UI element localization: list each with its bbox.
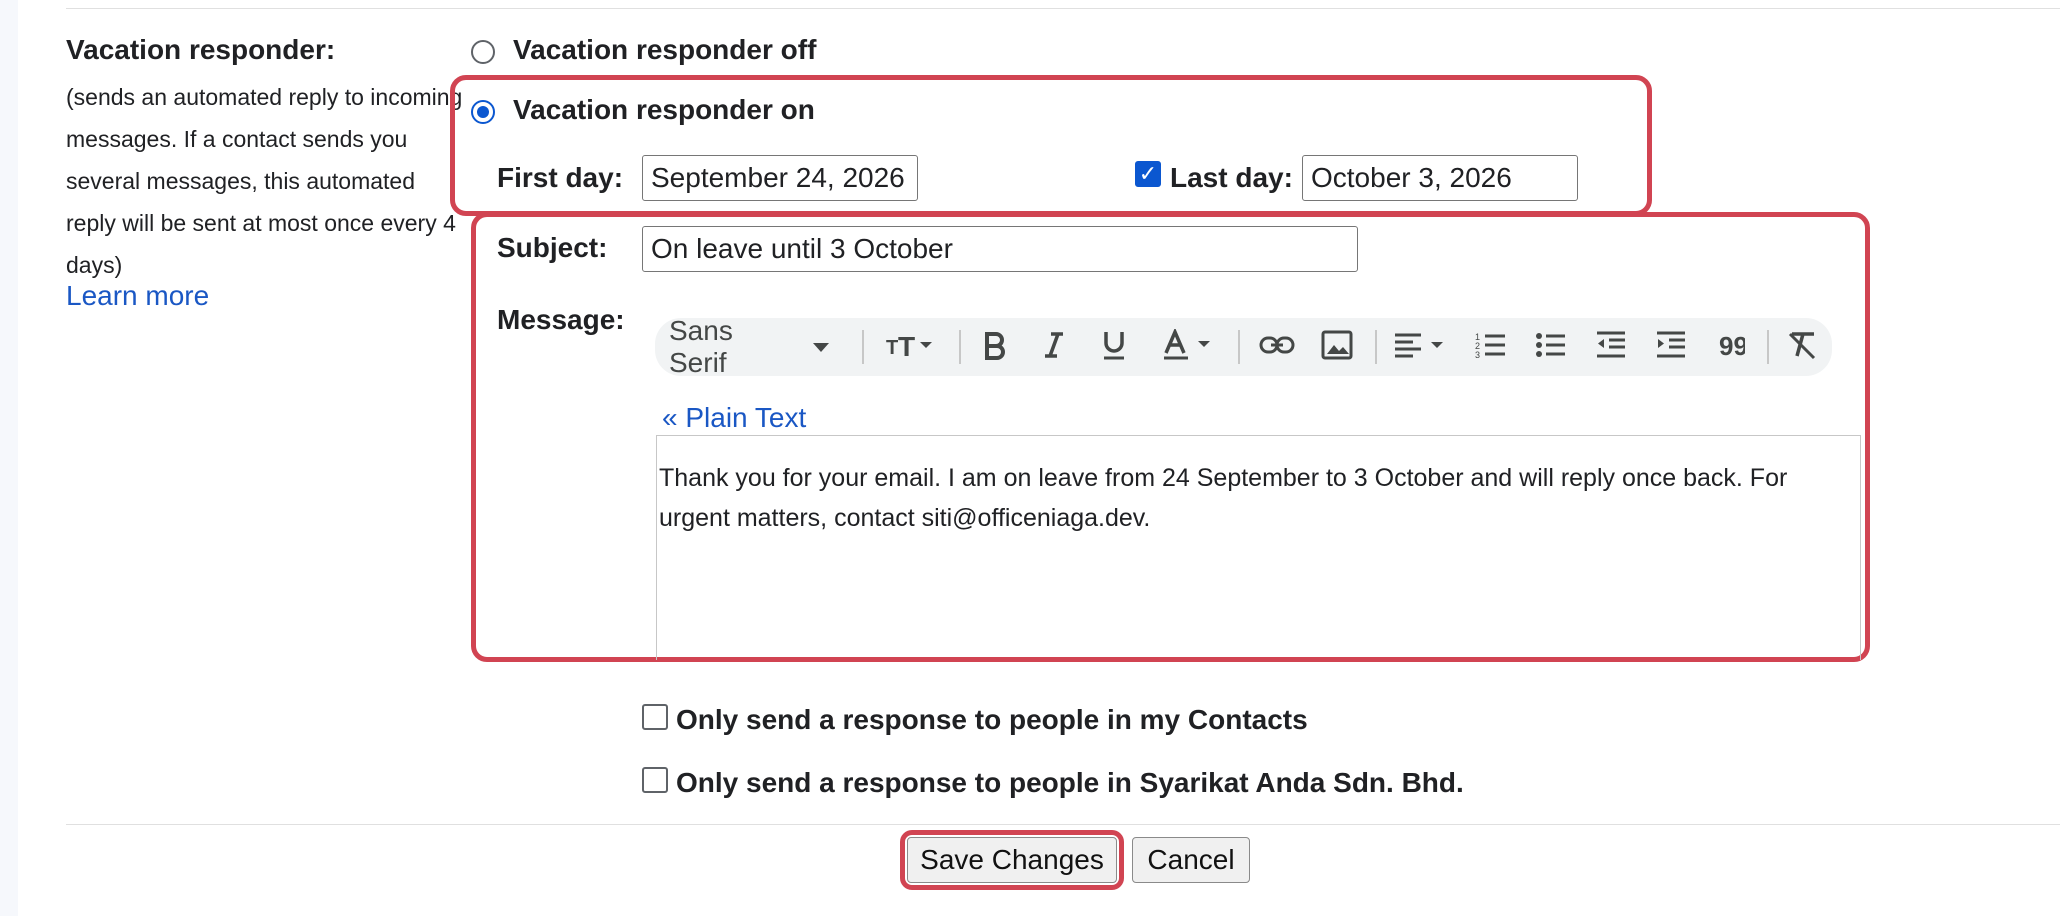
text-color-button[interactable]: [1155, 318, 1225, 376]
last-day-label: Last day:: [1170, 162, 1293, 193]
remove-formatting-button[interactable]: [1777, 318, 1827, 376]
italic-icon: [1040, 330, 1068, 365]
link-button[interactable]: [1249, 318, 1305, 376]
message-editor[interactable]: Thank you for your email. I am on leave …: [656, 435, 1861, 660]
underline-icon: [1100, 329, 1128, 366]
contacts-only-label[interactable]: Only send a response to people in my Con…: [676, 704, 1308, 736]
toolbar-divider: [1238, 330, 1240, 364]
svg-text:T: T: [898, 331, 915, 360]
responder-on-radio[interactable]: [471, 100, 495, 124]
last-day-input[interactable]: October 3, 2026: [1302, 155, 1578, 201]
formatting-toolbar: Sans Serif TT 1 2 3 99: [655, 315, 1832, 378]
text-size-icon: TT: [886, 330, 934, 365]
section-description: (sends an automated reply to incoming me…: [66, 84, 463, 278]
responder-off-radio[interactable]: [471, 40, 495, 64]
font-family-select[interactable]: Sans Serif: [669, 315, 829, 378]
remove-formatting-icon: [1786, 330, 1818, 365]
numbered-list-button[interactable]: 123: [1465, 318, 1517, 376]
image-button[interactable]: [1309, 318, 1365, 376]
image-icon: [1321, 330, 1353, 365]
learn-more-link[interactable]: Learn more: [66, 280, 209, 312]
link-icon: [1259, 333, 1295, 362]
svg-text:3: 3: [1475, 350, 1480, 360]
bold-button[interactable]: [970, 318, 1020, 376]
first-day-input[interactable]: September 24, 2026: [642, 155, 918, 201]
align-icon: [1393, 330, 1449, 365]
save-button[interactable]: Save Changes: [907, 837, 1117, 883]
first-day-label: First day:: [497, 162, 624, 193]
toolbar-divider: [1375, 330, 1377, 364]
toolbar-divider: [959, 330, 961, 364]
text-color-icon: [1162, 327, 1218, 366]
domain-only-label[interactable]: Only send a response to people in Syarik…: [676, 767, 1464, 799]
bulleted-list-button[interactable]: [1525, 318, 1577, 376]
font-family-label: Sans Serif: [669, 315, 733, 378]
responder-on-label[interactable]: Vacation responder on: [513, 94, 815, 126]
subject-label: Subject:: [497, 232, 608, 263]
section-label: Vacation responder:: [66, 34, 336, 65]
numbered-list-icon: 123: [1475, 330, 1507, 365]
toolbar-divider: [1767, 330, 1769, 364]
underline-button[interactable]: [1089, 318, 1139, 376]
plain-text-link[interactable]: « Plain Text: [662, 402, 806, 434]
domain-only-checkbox[interactable]: [642, 767, 668, 793]
left-gutter: [0, 0, 18, 916]
indent-more-icon: [1655, 330, 1687, 365]
bold-icon: [981, 330, 1009, 365]
bulleted-list-icon: [1535, 330, 1567, 365]
text-size-button[interactable]: TT: [873, 318, 947, 376]
top-divider: [66, 8, 2060, 9]
responder-off-label[interactable]: Vacation responder off: [513, 34, 816, 66]
contacts-only-checkbox[interactable]: [642, 704, 668, 730]
message-label: Message:: [497, 304, 625, 335]
indent-more-button[interactable]: [1645, 318, 1697, 376]
indent-less-button[interactable]: [1585, 318, 1637, 376]
quote-icon: 99: [1717, 330, 1748, 365]
svg-text:99: 99: [1719, 331, 1745, 360]
bottom-divider: [66, 824, 2060, 825]
cancel-button[interactable]: Cancel: [1132, 837, 1250, 883]
last-day-checkbox[interactable]: ✓: [1135, 161, 1161, 187]
svg-text:T: T: [886, 337, 898, 359]
subject-input[interactable]: On leave until 3 October: [642, 226, 1358, 272]
align-button[interactable]: [1386, 318, 1456, 376]
indent-less-icon: [1595, 330, 1627, 365]
toolbar-divider: [862, 330, 864, 364]
quote-button[interactable]: 99: [1705, 318, 1757, 376]
italic-button[interactable]: [1029, 318, 1079, 376]
chevron-down-icon: [813, 342, 829, 352]
